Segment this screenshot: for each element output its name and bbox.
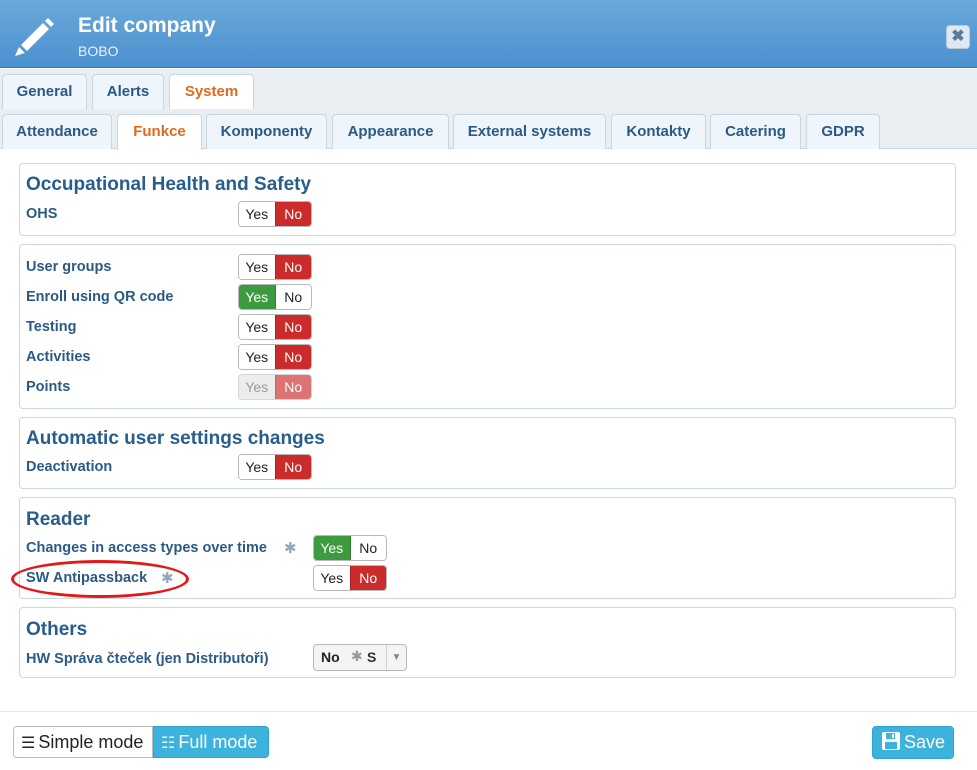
toggle-no-option[interactable]: No — [274, 285, 311, 309]
highlight-annotation — [11, 560, 189, 598]
tab-alerts[interactable]: Alerts — [92, 74, 164, 109]
toggle-yes-option[interactable]: Yes — [239, 255, 275, 279]
footer-divider — [0, 711, 977, 712]
tab-gdpr[interactable]: GDPR — [806, 114, 880, 149]
toggle-yes-option[interactable]: Yes — [239, 315, 275, 339]
list-detail-icon: ☷ — [161, 735, 176, 752]
gear-icon: ✱ — [284, 540, 297, 557]
tab-catering[interactable]: Catering — [710, 114, 801, 149]
points-toggle: Yes No — [238, 374, 312, 400]
toggle-no-option[interactable]: No — [274, 255, 311, 279]
toggle-yes-option[interactable]: Yes — [239, 202, 275, 226]
panel-others: Others HW Správa čteček (jen Distributoř… — [19, 607, 956, 678]
tab-appearance[interactable]: Appearance — [332, 114, 449, 149]
toggle-no-option[interactable]: No — [274, 202, 311, 226]
gear-icon: ✱ — [351, 648, 363, 664]
mode-switch: ☰ Simple mode ☷ Full mode — [13, 726, 269, 758]
panel-ohs: Occupational Health and Safety OHS Yes N… — [19, 163, 956, 236]
user-groups-toggle[interactable]: Yes No — [238, 254, 312, 280]
toggle-yes-option[interactable]: Yes — [239, 455, 275, 479]
toggle-no-option[interactable]: No — [274, 315, 311, 339]
setting-label: Changes in access types over time — [26, 540, 267, 556]
tab-bar-primary: General Alerts System — [0, 69, 977, 110]
toggle-yes-option[interactable]: Yes — [239, 345, 275, 369]
pencil-icon — [15, 18, 54, 56]
setting-label: Activities — [26, 349, 91, 365]
toggle-yes-option[interactable]: Yes — [314, 566, 350, 590]
section-title: Reader — [26, 509, 91, 530]
panel-automatic-changes: Automatic user settings changes Deactiva… — [19, 417, 956, 489]
simple-mode-button[interactable]: ☰ Simple mode — [13, 726, 153, 758]
tab-komponenty[interactable]: Komponenty — [206, 114, 327, 149]
sw-antipassback-toggle[interactable]: Yes No — [313, 565, 387, 591]
chevron-down-icon[interactable]: ▼ — [386, 645, 406, 670]
hw-reader-select[interactable]: No ✱ S ▼ — [313, 644, 407, 671]
list-icon: ☰ — [21, 735, 36, 752]
section-title: Automatic user settings changes — [26, 428, 325, 449]
access-types-toggle[interactable]: Yes No — [313, 535, 387, 561]
toggle-no-option[interactable]: No — [349, 536, 386, 560]
section-title: Occupational Health and Safety — [26, 174, 312, 195]
tab-general[interactable]: General — [2, 74, 87, 109]
select-suffix: S — [367, 649, 377, 665]
select-value: No — [321, 649, 340, 665]
setting-label: Deactivation — [26, 459, 113, 475]
tab-external-systems[interactable]: External systems — [453, 114, 606, 149]
setting-label: HW Správa čteček (jen Distributoři) — [26, 651, 269, 667]
dialog-subtitle: BOBO — [78, 43, 119, 59]
enroll-qr-toggle[interactable]: Yes No — [238, 284, 312, 310]
toggle-yes-option: Yes — [239, 375, 275, 399]
toggle-no-option[interactable]: No — [274, 455, 311, 479]
setting-label: Testing — [26, 319, 77, 335]
toggle-no-option[interactable]: No — [274, 345, 311, 369]
tab-system[interactable]: System — [169, 74, 254, 110]
toggle-yes-option[interactable]: Yes — [314, 536, 350, 560]
setting-label: OHS — [26, 206, 58, 222]
save-label: Save — [904, 732, 946, 752]
deactivation-toggle[interactable]: Yes No — [238, 454, 312, 480]
ohs-toggle[interactable]: Yes No — [238, 201, 312, 227]
save-button[interactable]: Save — [872, 726, 954, 759]
section-title: Others — [26, 619, 88, 640]
toggle-yes-option[interactable]: Yes — [239, 285, 275, 309]
full-mode-button[interactable]: ☷ Full mode — [153, 726, 269, 758]
setting-label: User groups — [26, 259, 112, 275]
setting-label: Enroll using QR code — [26, 289, 174, 305]
tab-kontakty[interactable]: Kontakty — [611, 114, 706, 149]
dialog-title: Edit company — [78, 14, 216, 37]
panel-features: User groups Yes No Enroll using QR code … — [19, 244, 956, 409]
setting-label: Points — [26, 379, 71, 395]
activities-toggle[interactable]: Yes No — [238, 344, 312, 370]
tab-funkce[interactable]: Funkce — [117, 114, 202, 150]
tab-attendance[interactable]: Attendance — [2, 114, 112, 149]
dialog-header: Edit company BOBO ✖ — [0, 0, 977, 68]
toggle-no-option: No — [274, 375, 311, 399]
close-button[interactable]: ✖ — [946, 25, 970, 49]
toggle-no-option[interactable]: No — [349, 566, 386, 590]
full-mode-label: Full mode — [178, 732, 258, 752]
tab-bar-secondary: Attendance Funkce Komponenty Appearance … — [0, 109, 977, 150]
close-icon: ✖ — [951, 28, 965, 45]
floppy-disk-icon — [882, 732, 900, 750]
testing-toggle[interactable]: Yes No — [238, 314, 312, 340]
simple-mode-label: Simple mode — [38, 732, 144, 752]
